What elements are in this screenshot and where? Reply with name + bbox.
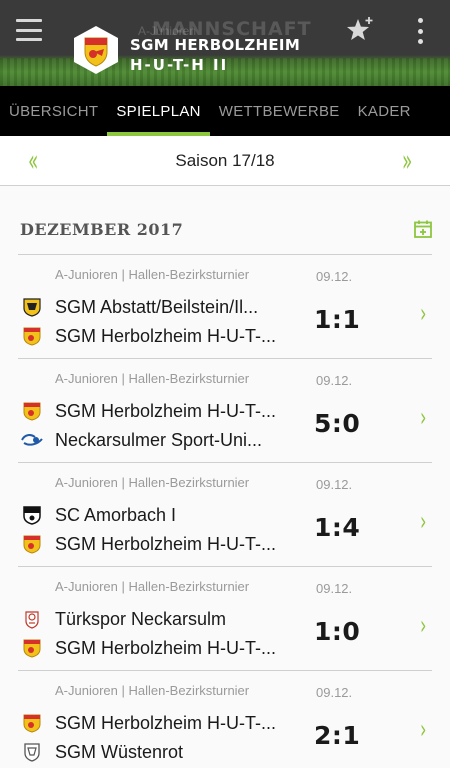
- tab-wettbewerbe[interactable]: WETTBEWERBE: [210, 86, 349, 136]
- away-team-name: SGM Herbolzheim H-U-T-...: [55, 533, 277, 554]
- match-date: 09.12.: [316, 269, 353, 284]
- match-competition: A-Junioren | Hallen-Bezirksturnier: [55, 475, 250, 490]
- match-score: 1:0: [314, 617, 361, 646]
- home-team: SGM Herbolzheim H-U-T-...: [18, 709, 308, 737]
- herbolzheim-crest-icon: [21, 712, 43, 734]
- nsu-logo-icon: [21, 429, 43, 451]
- home-team-name: SGM Abstatt/Beilstein/Il...: [55, 296, 259, 317]
- abstatt-crest-icon: [21, 296, 43, 318]
- away-team: SGM Herbolzheim H-U-T-...: [18, 634, 308, 662]
- tab-uebersicht[interactable]: ÜBERSICHT: [0, 86, 107, 136]
- home-team-name: SGM Herbolzheim H-U-T-...: [55, 400, 277, 421]
- chevron-right-icon[interactable]: ›: [420, 403, 426, 433]
- match-score: 5:0: [314, 409, 361, 438]
- tab-kader[interactable]: KADER: [349, 86, 420, 136]
- season-label: Saison 17/18: [175, 151, 275, 170]
- home-team-name: SGM Herbolzheim H-U-T-...: [55, 712, 277, 733]
- month-heading: DEZEMBER 2017: [20, 220, 184, 239]
- match-date: 09.12.: [316, 477, 353, 492]
- team-header: MANNSCHAFT A-Junioren SGM HERBOLZHEIM H-…: [0, 0, 450, 86]
- match-score: 1:4: [314, 513, 361, 542]
- more-vertical-icon[interactable]: [416, 18, 424, 44]
- home-team: SGM Herbolzheim H-U-T-...: [18, 397, 308, 425]
- away-team: Neckarsulmer Sport-Uni...: [18, 426, 308, 454]
- away-team-name: Neckarsulmer Sport-Uni...: [55, 429, 263, 450]
- match-date: 09.12.: [316, 581, 353, 596]
- chevron-right-icon[interactable]: ›: [420, 507, 426, 537]
- match-row[interactable]: A-Junioren | Hallen-Bezirksturnier 09.12…: [18, 566, 432, 670]
- home-team-name: Türkspor Neckarsulm: [55, 608, 227, 629]
- match-row[interactable]: A-Junioren | Hallen-Bezirksturnier 09.12…: [18, 670, 432, 768]
- match-list: A-Junioren | Hallen-Bezirksturnier 09.12…: [18, 254, 432, 768]
- match-row[interactable]: A-Junioren | Hallen-Bezirksturnier 09.12…: [18, 462, 432, 566]
- match-competition: A-Junioren | Hallen-Bezirksturnier: [55, 579, 250, 594]
- team-crest: [72, 25, 120, 75]
- away-team: SGM Herbolzheim H-U-T-...: [18, 530, 308, 558]
- match-score: 2:1: [314, 721, 361, 750]
- calendar-add-icon[interactable]: [413, 219, 433, 239]
- away-team: SGM Herbolzheim H-U-T-...: [18, 322, 308, 350]
- home-team: Türkspor Neckarsulm: [18, 605, 308, 633]
- amorbach-crest-icon: [21, 504, 43, 526]
- team-subtitle: H-U-T-H II: [130, 56, 229, 74]
- star-plus-icon[interactable]: [345, 15, 375, 45]
- match-competition: A-Junioren | Hallen-Bezirksturnier: [55, 683, 250, 698]
- herbolzheim-crest-icon: [21, 400, 43, 422]
- match-date: 09.12.: [316, 373, 353, 388]
- chevron-right-icon[interactable]: ›: [420, 611, 426, 641]
- season-selector: « Saison 17/18 »: [0, 136, 450, 186]
- away-team-name: SGM Wüstenrot: [55, 741, 184, 762]
- away-team-name: SGM Herbolzheim H-U-T-...: [55, 637, 277, 658]
- chevron-right-icon[interactable]: ›: [420, 299, 426, 329]
- team-name: SGM HERBOLZHEIM: [130, 36, 301, 54]
- turkspor-crest-icon: [21, 608, 43, 630]
- wustenrot-crest-icon: [21, 741, 43, 763]
- match-row[interactable]: A-Junioren | Hallen-Bezirksturnier 09.12…: [18, 254, 432, 358]
- away-team-name: SGM Herbolzheim H-U-T-...: [55, 325, 277, 346]
- match-date: 09.12.: [316, 685, 353, 700]
- next-season-icon[interactable]: »: [402, 144, 412, 179]
- home-team: SGM Abstatt/Beilstein/Il...: [18, 293, 308, 321]
- team-title: SGM HERBOLZHEIM H-U-T-H II: [130, 35, 300, 75]
- home-team: SC Amorbach I: [18, 501, 308, 529]
- match-row[interactable]: A-Junioren | Hallen-Bezirksturnier 09.12…: [18, 358, 432, 462]
- match-competition: A-Junioren | Hallen-Bezirksturnier: [55, 371, 250, 386]
- away-team: SGM Wüstenrot: [18, 738, 308, 766]
- match-competition: A-Junioren | Hallen-Bezirksturnier: [55, 267, 250, 282]
- home-team-name: SC Amorbach I: [55, 504, 177, 525]
- match-score: 1:1: [314, 305, 361, 334]
- herbolzheim-crest-icon: [21, 325, 43, 347]
- herbolzheim-crest-icon: [21, 637, 43, 659]
- herbolzheim-crest-icon: [21, 533, 43, 555]
- tab-bar: ÜBERSICHT SPIELPLAN WETTBEWERBE KADER: [0, 86, 450, 136]
- tab-spielplan[interactable]: SPIELPLAN: [107, 86, 211, 136]
- chevron-right-icon[interactable]: ›: [420, 715, 426, 745]
- hamburger-menu-icon[interactable]: [16, 19, 42, 41]
